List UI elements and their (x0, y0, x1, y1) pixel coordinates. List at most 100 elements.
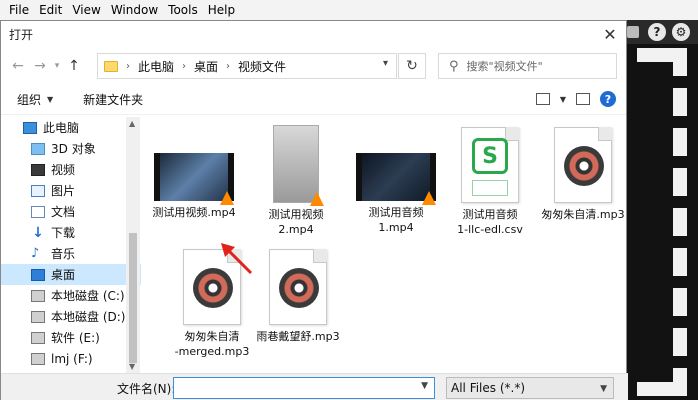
sidebar-item-pictures[interactable]: 图片 (1, 180, 141, 201)
pictures-icon (31, 184, 45, 197)
sidebar-item-label: 下载 (51, 226, 76, 240)
sidebar-item-label: 软件 (E:) (51, 331, 100, 345)
drive-icon (31, 352, 45, 365)
video-thumbnail (154, 153, 234, 205)
navigation-row: ← → ▾ ↑ › 此电脑 › 桌面 › 视频文件 ▾ ↻ ⚲ (1, 47, 626, 85)
menu-help[interactable]: Help (203, 3, 240, 17)
sidebar-item-drive-c[interactable]: 本地磁盘 (C:) (1, 285, 141, 306)
menu-tools[interactable]: Tools (163, 3, 203, 17)
sidebar-item-label: 3D 对象 (51, 142, 96, 156)
view-mode-icon[interactable] (535, 93, 550, 105)
sidebar-item-label: 本地磁盘 (C:) (51, 289, 125, 303)
audio-file-icon (554, 127, 612, 203)
forward-arrow-icon[interactable]: → (29, 55, 51, 77)
gear-icon[interactable]: ⚙ (672, 23, 690, 41)
up-arrow-icon[interactable]: ↑ (63, 55, 85, 77)
menu-file[interactable]: File (4, 3, 34, 17)
question-icon[interactable]: ? (648, 23, 666, 41)
file-item[interactable]: 测试用视频.mp4 (146, 153, 242, 220)
app-mini-button[interactable] (627, 26, 639, 38)
sidebar-item-videos[interactable]: 视频 (1, 159, 141, 180)
download-icon: ↓ (32, 224, 44, 241)
file-item[interactable]: 测试用视频 2.mp4 (248, 125, 344, 237)
breadcrumb-this-pc[interactable]: 此电脑 (138, 58, 174, 75)
documents-icon (31, 205, 45, 218)
sidebar-item-documents[interactable]: 文档 (1, 201, 141, 222)
command-bar: 组织 ▼ 新建文件夹 ▼ ? (1, 85, 626, 115)
music-disc-icon (279, 268, 319, 308)
folder-icon (104, 60, 118, 72)
sidebar-item-this-pc[interactable]: 此电脑 (1, 117, 141, 138)
vlc-cone-icon (220, 191, 234, 205)
new-folder-button[interactable]: 新建文件夹 (83, 91, 143, 108)
sidebar-item-desktop[interactable]: 桌面 (1, 264, 141, 285)
sidebar-item-music[interactable]: ♪ 音乐 (1, 243, 141, 264)
back-arrow-icon[interactable]: ← (7, 55, 29, 77)
sidebar-item-3d-objects[interactable]: 3D 对象 (1, 138, 141, 159)
sidebar-item-downloads[interactable]: ↓ 下载 (1, 222, 141, 243)
help-icon[interactable]: ? (600, 91, 616, 107)
organize-button[interactable]: 组织 ▼ (17, 91, 53, 108)
dialog-titlebar: 打开 ✕ (1, 21, 626, 47)
close-icon[interactable]: ✕ (600, 24, 620, 44)
sidebar-scrollbar[interactable]: ▲ ▼ (126, 117, 140, 373)
search-box[interactable]: ⚲ (438, 53, 617, 79)
file-name: 雨巷戴望舒.mp3 (256, 330, 340, 343)
breadcrumb-desktop[interactable]: 桌面 (194, 58, 218, 75)
crop-bracket-decoration (637, 48, 687, 396)
sidebar-item-drive-f[interactable]: lmj (F:) (1, 348, 141, 369)
menu-window[interactable]: Window (106, 3, 163, 17)
file-type-select[interactable]: All Files (*.*) ▼ (446, 377, 614, 399)
file-name: 测试用视频.mp4 (152, 206, 236, 219)
music-disc-icon (564, 146, 604, 186)
address-dropdown-icon[interactable]: ▾ (383, 58, 388, 69)
file-item[interactable]: 测试用音频 1.mp4 (348, 153, 444, 235)
sidebar-item-label: 音乐 (51, 247, 76, 261)
file-item[interactable]: S 测试用音频 1-llc-edl.csv (442, 127, 538, 237)
sidebar-item-label: 此电脑 (43, 121, 80, 135)
new-folder-label: 新建文件夹 (83, 93, 144, 107)
scroll-up-icon[interactable]: ▲ (129, 119, 135, 128)
breadcrumb-separator: › (182, 60, 187, 72)
dialog-title: 打开 (9, 27, 34, 42)
csv-file-icon: S (461, 127, 519, 203)
sidebar-item-drive-e[interactable]: 软件 (E:) (1, 327, 141, 348)
filename-field[interactable]: ▼ (173, 377, 435, 399)
menu-edit[interactable]: Edit (34, 3, 67, 17)
filename-row: 文件名(N): ▼ All Files (*.*) ▼ (1, 373, 628, 400)
file-name: 匆匆朱自清.mp3 (541, 208, 625, 221)
breadcrumb-separator: › (126, 60, 130, 72)
file-item[interactable]: 匆匆朱自清.mp3 (535, 127, 631, 222)
file-type-value: All Files (*.*) (451, 381, 526, 395)
app-background-panel: ? ⚙ (627, 20, 698, 400)
chevron-down-icon[interactable]: ▾ (51, 55, 63, 77)
preview-pane-icon[interactable] (576, 93, 590, 105)
scroll-down-icon[interactable]: ▼ (129, 362, 135, 371)
video-folder-icon (31, 163, 45, 176)
drive-icon (31, 331, 45, 344)
chevron-down-icon: ▼ (47, 95, 54, 104)
video-thumbnail (273, 125, 324, 206)
filename-input[interactable] (174, 378, 414, 398)
sidebar-item-drive-d[interactable]: 本地磁盘 (D:) (1, 306, 141, 327)
view-controls: ▼ ? (535, 91, 616, 107)
file-name: 测试用音频 1-llc-edl.csv (457, 208, 523, 236)
scrollbar-thumb[interactable] (129, 233, 137, 363)
menu-view[interactable]: View (67, 3, 105, 17)
file-name: 匆匆朱自清 -merged.mp3 (174, 330, 250, 358)
sidebar-item-label: 文档 (51, 205, 76, 219)
red-arrow-annotation (221, 243, 253, 275)
refresh-icon[interactable]: ↻ (398, 53, 426, 79)
open-file-dialog: 打开 ✕ ← → ▾ ↑ › 此电脑 › 桌面 › 视频文件 ▾ ↻ ⚲ 组织 … (0, 20, 628, 400)
breadcrumb-video-files[interactable]: 视频文件 (238, 58, 286, 75)
chevron-down-icon[interactable]: ▼ (560, 95, 566, 104)
navigation-pane: 此电脑 3D 对象 视频 图片 文档 ↓ 下载 ♪ 音乐 桌面 本地磁盘 (C:) … (1, 117, 141, 373)
organize-label: 组织 (17, 93, 42, 107)
address-bar[interactable]: › 此电脑 › 桌面 › 视频文件 ▾ (97, 53, 397, 79)
drive-icon (31, 289, 45, 302)
search-input[interactable] (466, 59, 597, 73)
file-name: 测试用视频 2.mp4 (268, 208, 324, 236)
file-list: 测试用视频.mp4 测试用视频 2.mp4 测试用音频 1.mp4 S 测试用音频 1… (142, 117, 626, 373)
chevron-down-icon[interactable]: ▼ (421, 381, 428, 391)
file-item[interactable]: 雨巷戴望舒.mp3 (250, 249, 346, 344)
